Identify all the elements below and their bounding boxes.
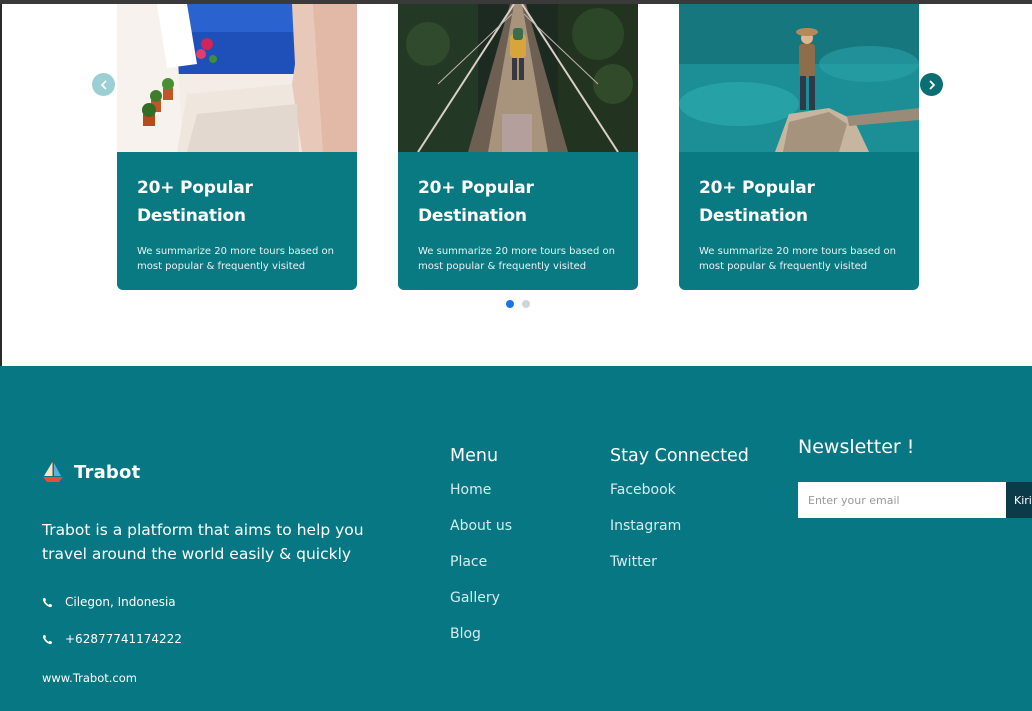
card-description: We summarize 20 more tours based on most… <box>137 246 334 272</box>
menu-link-home[interactable]: Home <box>450 480 512 516</box>
destinations-carousel: 20+ Popular Destination We summarize 20 … <box>0 4 1032 370</box>
destination-photo <box>117 4 357 152</box>
card-title: 20+ Popular Destination <box>418 178 534 226</box>
menu-link-blog[interactable]: Blog <box>450 624 512 660</box>
card-body: 20+ Popular Destination We summarize 20 … <box>398 152 638 290</box>
card-body: 20+ Popular Destination We summarize 20 … <box>117 152 357 290</box>
site-footer: Trabot Trabot is a platform that aims to… <box>0 366 1032 711</box>
footer-menu: Menu Home About us Place Gallery Blog <box>450 446 512 660</box>
brand-name: Trabot <box>74 461 141 483</box>
contact-phone: +62877741174222 <box>42 632 182 646</box>
social-link-twitter[interactable]: Twitter <box>610 552 749 588</box>
footer-menu-title: Menu <box>450 446 499 466</box>
card-title: 20+ Popular Destination <box>137 178 253 226</box>
destination-card[interactable]: 20+ Popular Destination We summarize 20 … <box>679 4 919 290</box>
social-link-facebook[interactable]: Facebook <box>610 480 749 516</box>
card-description: We summarize 20 more tours based on most… <box>699 246 896 272</box>
chevron-right-icon <box>929 80 935 89</box>
destination-photo <box>679 4 919 152</box>
contact-location-text: Cilegon, Indonesia <box>65 595 176 609</box>
pagination-dot-2[interactable] <box>522 300 530 308</box>
destination-card[interactable]: 20+ Popular Destination We summarize 20 … <box>398 4 638 290</box>
phone-icon <box>42 634 53 644</box>
footer-brand[interactable]: Trabot <box>42 460 140 484</box>
newsletter-title: Newsletter ! <box>798 436 915 458</box>
newsletter-section: Newsletter ! <box>798 436 914 458</box>
left-edge <box>0 4 2 370</box>
menu-link-about[interactable]: About us <box>450 516 512 552</box>
footer-social: Stay Connected Facebook Instagram Twitte… <box>610 446 749 588</box>
newsletter-form: Kirim <box>798 482 1032 518</box>
carousel-next-button[interactable] <box>920 73 943 96</box>
destination-card[interactable]: 20+ Popular Destination We summarize 20 … <box>117 4 357 290</box>
card-body: 20+ Popular Destination We summarize 20 … <box>679 152 919 290</box>
card-description: We summarize 20 more tours based on most… <box>418 246 615 272</box>
footer-tagline: Trabot is a platform that aims to help y… <box>42 521 364 563</box>
sailboat-icon <box>43 461 63 482</box>
destination-photo <box>398 4 638 152</box>
phone-icon <box>42 597 53 607</box>
menu-link-place[interactable]: Place <box>450 552 512 588</box>
card-title: 20+ Popular Destination <box>699 178 815 226</box>
footer-social-title: Stay Connected <box>610 446 749 466</box>
chevron-left-icon <box>100 80 106 89</box>
newsletter-submit-button[interactable]: Kirim <box>1006 482 1032 518</box>
contact-phone-text: +62877741174222 <box>65 632 182 646</box>
contact-location: Cilegon, Indonesia <box>42 595 176 609</box>
social-link-instagram[interactable]: Instagram <box>610 516 749 552</box>
carousel-pagination <box>506 300 530 308</box>
carousel-prev-button[interactable] <box>92 73 115 96</box>
menu-link-gallery[interactable]: Gallery <box>450 588 512 624</box>
website-link[interactable]: www.Trabot.com <box>42 671 137 685</box>
pagination-dot-1[interactable] <box>506 300 514 308</box>
newsletter-email-input[interactable] <box>798 482 1006 518</box>
